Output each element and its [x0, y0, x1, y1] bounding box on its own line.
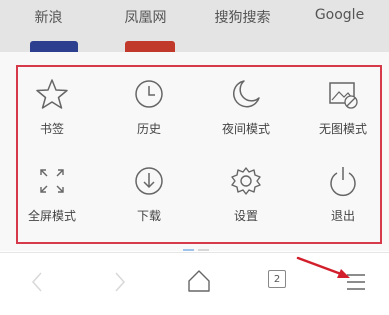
fullscreen-icon: [40, 169, 64, 193]
tabs-button[interactable]: 2: [268, 270, 286, 288]
menu-item-history[interactable]: 历史: [104, 70, 194, 150]
tab-count: 2: [273, 274, 281, 285]
menu-item-downloads[interactable]: 下载: [104, 157, 194, 237]
home-icon[interactable]: [187, 269, 211, 293]
power-icon: [330, 167, 356, 197]
menu-label-history: 历史: [136, 122, 161, 136]
back-icon[interactable]: [30, 271, 44, 293]
menu-item-no-image-mode[interactable]: 无图模式: [298, 70, 388, 150]
sina-logo-strip: [30, 41, 78, 52]
page-indicator-inactive: [198, 249, 209, 251]
moon-icon: [232, 80, 260, 108]
quick-link-google[interactable]: Google: [291, 7, 388, 23]
download-icon: [135, 167, 163, 195]
menu-label-night-mode: 夜间模式: [221, 122, 270, 136]
forward-icon[interactable]: [113, 271, 127, 293]
menu-item-fullscreen[interactable]: 全屏模式: [7, 157, 97, 237]
quick-links-bar: 新浪 凤凰网 搜狗搜索 Google: [0, 0, 389, 52]
menu-label-fullscreen: 全屏模式: [27, 209, 76, 223]
page-indicator-active: [183, 249, 194, 251]
menu-label-downloads: 下载: [136, 209, 161, 223]
gear-icon: [231, 167, 261, 195]
menu-item-settings[interactable]: 设置: [201, 157, 291, 237]
menu-label-exit: 退出: [330, 209, 355, 223]
clock-icon: [135, 80, 163, 108]
menu-item-night-mode[interactable]: 夜间模式: [201, 70, 291, 150]
menu-item-exit[interactable]: 退出: [298, 157, 388, 237]
menu-label-no-image-mode: 无图模式: [318, 122, 367, 136]
star-icon: [36, 79, 68, 109]
ifeng-logo-strip: [125, 41, 175, 52]
menu-item-bookmarks[interactable]: 书签: [7, 70, 97, 150]
quick-link-ifeng[interactable]: 凤凰网: [97, 7, 194, 27]
quick-link-sogou[interactable]: 搜狗搜索: [194, 7, 291, 27]
menu-label-settings: 设置: [233, 209, 258, 223]
no-image-icon: [329, 82, 358, 109]
menu-label-bookmarks: 书签: [39, 122, 64, 136]
arrow-annotation-icon: [296, 256, 350, 278]
quick-link-sina[interactable]: 新浪: [0, 7, 97, 27]
